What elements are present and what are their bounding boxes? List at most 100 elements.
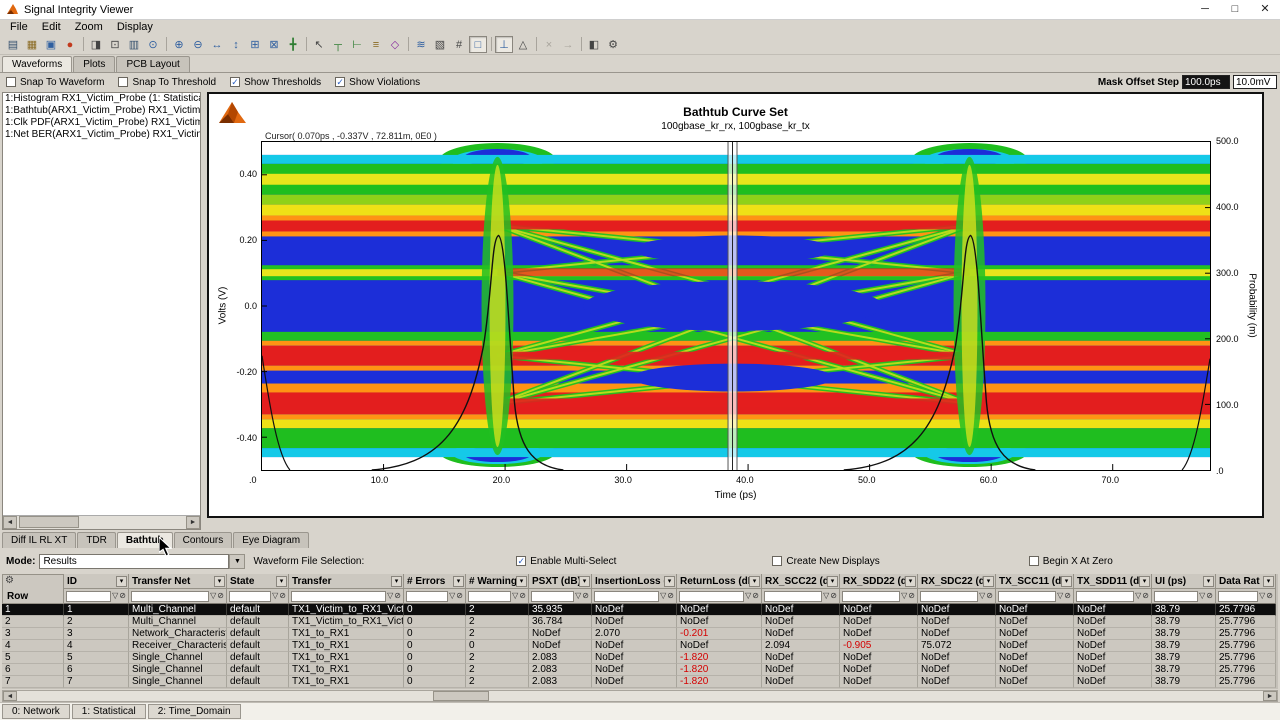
filter-input[interactable] <box>468 590 512 602</box>
filter-icon[interactable]: ▽ <box>979 591 985 601</box>
annotate-icon[interactable]: △ <box>514 36 532 53</box>
scroll-right-arrow[interactable]: ► <box>186 516 200 529</box>
zoom-icon[interactable]: ⊙ <box>144 36 162 53</box>
scroll-track[interactable] <box>17 691 1263 701</box>
report-icon[interactable]: ▥ <box>125 36 143 53</box>
matlab-ball-icon[interactable]: ● <box>61 36 79 53</box>
horizontal-marker-icon[interactable]: ⊢ <box>348 36 366 53</box>
clear-filter-icon[interactable]: ⊘ <box>1142 591 1149 601</box>
checkbox-box-snap-to-waveform[interactable] <box>6 77 16 87</box>
checkbox-create-new-displays[interactable]: Create New Displays <box>772 556 880 567</box>
clear-filter-icon[interactable]: ⊘ <box>519 591 526 601</box>
scroll-right-arrow[interactable]: ► <box>1263 691 1277 701</box>
filter-icon[interactable]: ▽ <box>660 591 666 601</box>
sort-arrow-icon[interactable]: ▾ <box>116 575 127 587</box>
gear-icon[interactable]: ⚙ <box>5 575 14 586</box>
select-region-icon[interactable]: □ <box>469 35 487 53</box>
filter-icon[interactable]: ▽ <box>1199 591 1205 601</box>
filter-input[interactable] <box>1076 590 1135 602</box>
filter-icon[interactable]: ▽ <box>823 591 829 601</box>
filter-icon[interactable]: ▽ <box>387 591 393 601</box>
filter-icon[interactable]: ▽ <box>272 591 278 601</box>
overlay-icon[interactable]: ≋ <box>412 36 430 53</box>
zoom-box-icon[interactable]: ⊞ <box>246 36 264 53</box>
filter-input[interactable] <box>229 590 272 602</box>
waveform-list-item[interactable]: 1:Bathtub(ARX1_Victim_Probe) RX1_Victim_… <box>3 105 200 117</box>
column-header-ui-ps[interactable]: UI (ps) ▾ <box>1152 574 1216 589</box>
zoom-fit-icon[interactable]: ⊠ <box>265 36 283 53</box>
waveform-list-item[interactable]: 1:Histogram RX1_Victim_Probe (1: Statist… <box>3 93 200 105</box>
clear-filter-icon[interactable]: ⊘ <box>279 591 286 601</box>
menu-edit[interactable]: Edit <box>35 20 68 34</box>
checkbox-enable-multi-select[interactable]: ✓ Enable Multi-Select <box>516 556 616 567</box>
column-header-tx-scc11-db[interactable]: TX_SCC11 (dB)▾ <box>996 574 1074 589</box>
filter-input[interactable] <box>1218 590 1259 602</box>
sort-arrow-icon[interactable]: ▾ <box>276 575 287 587</box>
checkbox-show-thresholds[interactable]: ✓ Show Thresholds <box>230 77 321 88</box>
mask-icon[interactable]: ◇ <box>386 36 404 53</box>
column-header-warnings[interactable]: # Warnings▾ <box>466 574 529 589</box>
filter-icon[interactable]: ▽ <box>512 591 518 601</box>
mode-select[interactable]: Results <box>39 553 230 569</box>
menu-zoom[interactable]: Zoom <box>68 20 110 34</box>
stack-icon[interactable]: ▧ <box>431 36 449 53</box>
column-header-state[interactable]: State ▾ <box>227 574 289 589</box>
grid-icon[interactable]: # <box>450 36 468 53</box>
filter-input[interactable] <box>131 590 210 602</box>
plot-frame[interactable] <box>261 141 1211 471</box>
filter-input[interactable] <box>531 590 575 602</box>
sort-arrow-icon[interactable]: ▾ <box>453 575 464 587</box>
table-row[interactable]: 7 7 Single_Channel default TX1_to_RX1 0 2 2.083… <box>2 676 1278 688</box>
settings-icon[interactable]: ⚙ <box>604 36 622 53</box>
save-icon[interactable]: ▣ <box>42 36 60 53</box>
column-header-tx-sdd11-db[interactable]: TX_SDD11 (dB)▾ <box>1074 574 1152 589</box>
scroll-left-arrow[interactable]: ◄ <box>3 516 17 529</box>
vertical-marker-icon[interactable]: ┬ <box>329 36 347 53</box>
sort-arrow-icon[interactable]: ▾ <box>905 575 916 587</box>
column-header-returnloss-db[interactable]: ReturnLoss (dB)▾ <box>677 574 762 589</box>
column-header-rx-sdc22-db[interactable]: RX_SDC22 (dB)▾ <box>918 574 996 589</box>
filter-input[interactable] <box>291 590 387 602</box>
table-row[interactable]: 5 5 Single_Channel default TX1_to_RX1 0 2 2.083… <box>2 652 1278 664</box>
column-header-rx-scc22-db[interactable]: RX_SCC22 (dB)▾ <box>762 574 840 589</box>
plot-tab-eye-diagram[interactable]: Eye Diagram <box>233 532 310 548</box>
plot-tab-diff-il-rl-xt[interactable]: Diff IL RL XT <box>2 532 77 548</box>
scroll-thumb[interactable] <box>433 691 489 701</box>
filter-icon[interactable]: ▽ <box>1259 591 1265 601</box>
menu-file[interactable]: File <box>3 20 35 34</box>
mask-offset-voltage-input[interactable] <box>1233 75 1277 89</box>
sort-arrow-icon[interactable]: ▾ <box>664 575 675 587</box>
filter-input[interactable] <box>66 590 112 602</box>
sort-arrow-icon[interactable]: ▾ <box>1263 575 1274 587</box>
table-row[interactable]: 6 6 Single_Channel default TX1_to_RX1 0 2 2.083… <box>2 664 1278 676</box>
filter-input[interactable] <box>679 590 745 602</box>
open-icon[interactable]: ▦ <box>23 36 41 53</box>
plot-tab-tdr[interactable]: TDR <box>77 532 116 548</box>
pan-icon[interactable]: ╋ <box>284 36 302 53</box>
sort-arrow-icon[interactable]: ▾ <box>579 575 590 587</box>
filter-icon[interactable]: ▽ <box>901 591 907 601</box>
waveform-list-item[interactable]: 1:Clk PDF(ARX1_Victim_Probe) RX1_Victim_… <box>3 117 200 129</box>
filter-input[interactable] <box>842 590 901 602</box>
clear-filter-icon[interactable]: ⊘ <box>908 591 915 601</box>
scroll-left-arrow[interactable]: ◄ <box>3 691 17 701</box>
clear-filter-icon[interactable]: ⊘ <box>217 591 224 601</box>
filter-input[interactable] <box>764 590 823 602</box>
sort-arrow-icon[interactable]: ▾ <box>1061 575 1072 587</box>
copy-icon[interactable]: ⊡ <box>106 36 124 53</box>
table-row[interactable]: 44Receiver_CharacteristicsdefaultTX1_to_… <box>2 640 1278 652</box>
table-row[interactable]: 2 2 Multi_Channel default TX1_Victim_to_RX1_… <box>2 616 1278 628</box>
column-header-rx-sdd22-db[interactable]: RX_SDD22 (dB)▾ <box>840 574 918 589</box>
zoom-in-icon[interactable]: ⊕ <box>170 36 188 53</box>
close-button[interactable]: ✕ <box>1250 0 1280 19</box>
filter-input[interactable] <box>920 590 979 602</box>
tab-waveforms[interactable]: Waveforms <box>2 56 73 72</box>
clear-filter-icon[interactable]: ⊘ <box>1064 591 1071 601</box>
bottom-tab-2-time-domain[interactable]: 2: Time_Domain <box>147 704 241 719</box>
checkbox-box-show-thresholds[interactable]: ✓ <box>230 77 241 87</box>
zoom-y-icon[interactable]: ↕ <box>227 36 245 53</box>
zoom-out-icon[interactable]: ⊖ <box>189 36 207 53</box>
mask-offset-time-input[interactable] <box>1182 75 1230 89</box>
clear-filter-icon[interactable]: ⊘ <box>1206 591 1213 601</box>
sort-arrow-icon[interactable]: ▾ <box>749 575 760 587</box>
